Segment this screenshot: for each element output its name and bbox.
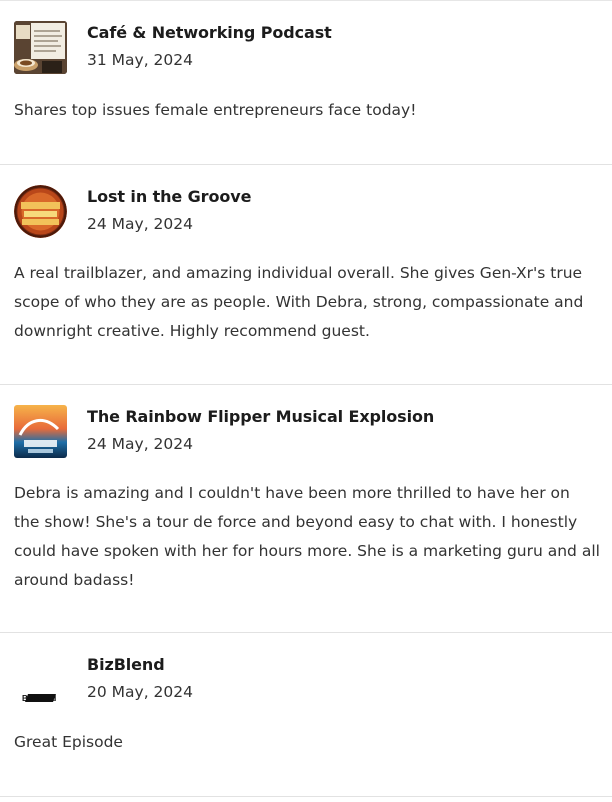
review-item: BizBlend BizBlend 20 May, 2024 Great Epi… xyxy=(0,633,612,797)
review-date: 20 May, 2024 xyxy=(87,683,193,701)
rainbow-flipper-logo[interactable] xyxy=(14,405,67,458)
podcast-name[interactable]: Lost in the Groove xyxy=(87,187,251,206)
review-item: The Rainbow Flipper Musical Explosion 24… xyxy=(0,385,612,633)
review-date: 24 May, 2024 xyxy=(87,215,193,233)
review-header: The Rainbow Flipper Musical Explosion 24… xyxy=(0,385,612,458)
podcast-name[interactable]: BizBlend xyxy=(87,655,165,674)
svg-text:BizBlend: BizBlend xyxy=(22,694,56,703)
reviews-list: Café & Networking Podcast 31 May, 2024 S… xyxy=(0,0,612,802)
podcast-name[interactable]: The Rainbow Flipper Musical Explosion xyxy=(87,407,434,426)
review-item: Lost in the Groove 24 May, 2024 A real t… xyxy=(0,165,612,385)
review-date: 31 May, 2024 xyxy=(87,51,193,69)
podcast-name[interactable]: Café & Networking Podcast xyxy=(87,23,332,42)
review-item: Café & Networking Podcast 31 May, 2024 S… xyxy=(0,1,612,165)
bizblend-logo[interactable]: BizBlend xyxy=(14,653,67,706)
review-header: Café & Networking Podcast 31 May, 2024 xyxy=(0,1,612,74)
review-date: 24 May, 2024 xyxy=(87,435,193,453)
lost-in-the-groove-logo[interactable] xyxy=(14,185,67,238)
review-text: A real trailblazer, and amazing individu… xyxy=(14,264,584,340)
review-text: Debra is amazing and I couldn't have bee… xyxy=(14,484,600,589)
review-header: Lost in the Groove 24 May, 2024 xyxy=(0,165,612,238)
review-text: Great Episode xyxy=(14,733,123,751)
review-header: BizBlend BizBlend 20 May, 2024 xyxy=(0,633,612,706)
cafe-networking-podcast-logo[interactable] xyxy=(14,21,67,74)
review-text: Shares top issues female entrepreneurs f… xyxy=(14,101,417,119)
